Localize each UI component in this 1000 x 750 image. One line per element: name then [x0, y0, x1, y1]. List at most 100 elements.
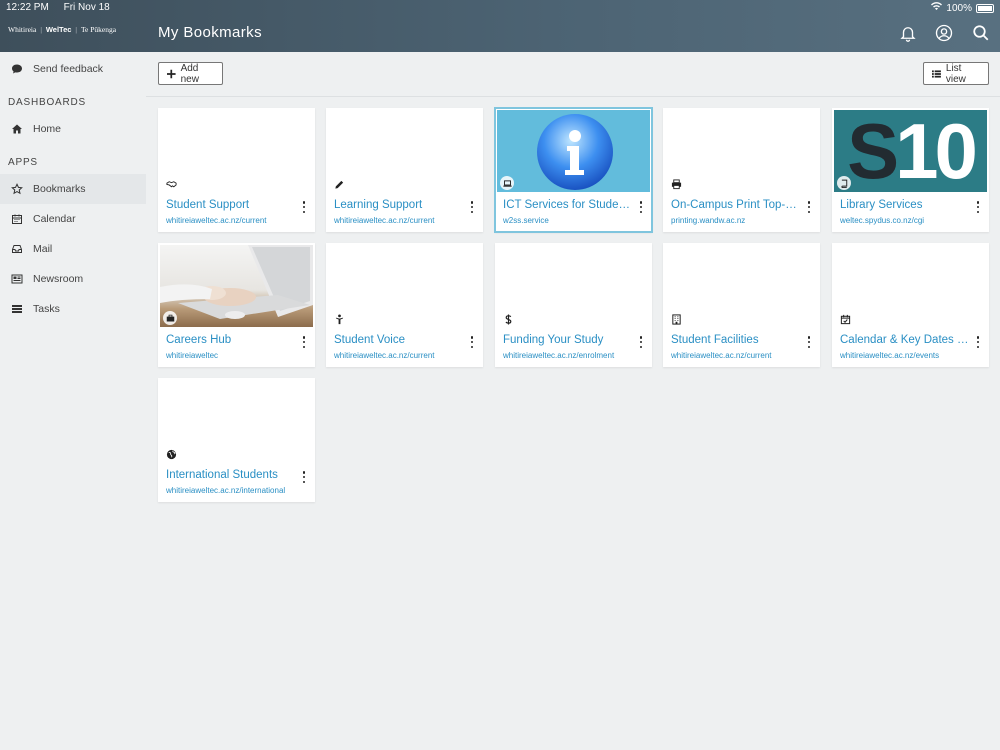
bookmark-url: whitireiaweltec.ac.nz/events: [840, 351, 940, 360]
tasks-list-icon: [11, 303, 23, 315]
handshake-icon: [166, 179, 177, 190]
bookmark-url: whitireiaweltec.ac.nz/current: [671, 351, 772, 360]
bookmark-title: Student Voice: [334, 334, 405, 346]
sidebar-item-label: Tasks: [33, 303, 60, 315]
sidebar-item-tasks[interactable]: Tasks: [0, 294, 146, 324]
add-new-label: Add new: [180, 62, 199, 85]
bookmark-title: Library Services: [840, 199, 923, 211]
chat-bubble-icon: [11, 63, 23, 75]
bookmark-title: Careers Hub: [166, 334, 232, 346]
library-s10-thumbnail: S 10: [834, 110, 987, 192]
more-options-icon[interactable]: [301, 336, 307, 348]
bookmark-title: Student Support: [166, 199, 250, 211]
dollar-icon: [503, 314, 514, 325]
book-icon: [837, 176, 851, 190]
more-options-icon[interactable]: [638, 336, 644, 348]
bookmark-title: ICT Services for Students: [503, 199, 633, 211]
more-options-icon[interactable]: [975, 201, 981, 213]
sidebar-item-mail[interactable]: Mail: [0, 234, 146, 264]
user-profile-icon[interactable]: [935, 24, 953, 42]
globe-icon: [166, 449, 177, 460]
status-date: Fri Nov 18: [63, 2, 110, 13]
apps-heading: APPS: [8, 157, 38, 168]
more-options-icon[interactable]: [806, 336, 812, 348]
bookmark-card-student-voice[interactable]: Student Voice whitireiaweltec.ac.nz/curr…: [326, 243, 483, 367]
calendar-icon: [11, 213, 23, 225]
notifications-bell-icon[interactable]: [899, 24, 917, 42]
calendar-check-icon: [840, 314, 851, 325]
bookmark-card-learning-support[interactable]: Learning Support whitireiaweltec.ac.nz/c…: [326, 108, 483, 232]
sidebar-item-calendar[interactable]: Calendar: [0, 204, 146, 234]
briefcase-icon: [163, 311, 177, 325]
bookmark-card-international-students[interactable]: International Students whitireiaweltec.a…: [158, 378, 315, 502]
sidebar-item-home[interactable]: Home: [0, 114, 146, 144]
library-thumb-10: 10: [895, 110, 978, 192]
dashboards-heading: DASHBOARDS: [8, 97, 87, 108]
bookmark-url: weltec.spydus.co.nz/cgi: [840, 216, 925, 225]
send-feedback-label: Send feedback: [33, 63, 104, 75]
more-options-icon[interactable]: [469, 336, 475, 348]
institution-logos: Whitireia | WelTec | Te Pūkenga: [8, 24, 117, 34]
inbox-icon: [11, 243, 23, 255]
battery-percent: 100%: [946, 2, 972, 14]
pencil-icon: [334, 179, 345, 190]
search-icon[interactable]: [972, 24, 990, 42]
sidebar: Send feedback DASHBOARDS Home APPS Bookm…: [0, 52, 146, 750]
more-options-icon[interactable]: [469, 201, 475, 213]
app-header: 12:22 PM Fri Nov 18 100% Whitireia | Wel…: [0, 0, 1000, 52]
ict-info-thumbnail: [497, 110, 650, 192]
bookmark-card-calendar-key-dates[interactable]: Calendar & Key Dates 2022 whitireiawelte…: [832, 243, 989, 367]
bookmark-url: whitireiaweltec.ac.nz/current: [334, 351, 435, 360]
newspaper-icon: [11, 273, 23, 285]
laptop-typing-photo: [160, 245, 313, 327]
bookmark-url: whitireiaweltec.ac.nz/current: [334, 216, 435, 225]
laptop-icon: [500, 176, 514, 190]
sidebar-item-label: Bookmarks: [33, 183, 86, 195]
more-options-icon[interactable]: [301, 201, 307, 213]
sidebar-item-label: Home: [33, 123, 62, 135]
list-view-button[interactable]: List view: [923, 62, 989, 85]
more-options-icon[interactable]: [638, 201, 644, 213]
te-pukenga-logo: Te Pūkenga: [80, 24, 117, 34]
bookmark-card-ict-services[interactable]: ICT Services for Students w2ss.service: [494, 107, 653, 233]
more-options-icon[interactable]: [301, 471, 307, 483]
bookmark-card-print-top-ups[interactable]: On-Campus Print Top-Ups printing.wandw.a…: [663, 108, 820, 232]
sidebar-item-label: Newsroom: [33, 273, 84, 285]
star-icon: [11, 183, 23, 195]
printer-icon: [671, 179, 682, 190]
bookmark-card-library-services[interactable]: S 10 Library Services weltec.spydus.co.nz…: [832, 108, 989, 232]
send-feedback-button[interactable]: Send feedback: [0, 54, 146, 84]
add-new-button[interactable]: Add new: [158, 62, 223, 85]
library-thumb-s: S: [847, 110, 899, 192]
bookmark-title: Funding Your Study: [503, 334, 604, 346]
bookmark-card-student-support[interactable]: Student Support whitireiaweltec.ac.nz/cu…: [158, 108, 315, 232]
list-view-label: List view: [945, 62, 966, 85]
bookmark-url: whitireiaweltec: [166, 351, 219, 360]
bookmark-url: whitireiaweltec.ac.nz/current: [166, 216, 267, 225]
wifi-icon: [931, 2, 943, 14]
home-icon: [11, 123, 23, 135]
status-time: 12:22 PM: [6, 2, 49, 13]
bookmarks-toolbar: Add new List view: [146, 52, 1000, 97]
bookmark-card-student-facilities[interactable]: Student Facilities whitireiaweltec.ac.nz…: [663, 243, 820, 367]
bookmark-card-funding-your-study[interactable]: Funding Your Study whitireiaweltec.ac.nz…: [495, 243, 652, 367]
bookmark-url: whitireiaweltec.ac.nz/enrolment: [503, 351, 615, 360]
plus-icon: [167, 69, 176, 78]
status-bar: 12:22 PM Fri Nov 18 100%: [0, 0, 1000, 16]
sidebar-item-newsroom[interactable]: Newsroom: [0, 264, 146, 294]
whitireia-logo: Whitireia: [8, 24, 37, 34]
battery-icon: [976, 3, 994, 13]
sidebar-item-label: Calendar: [33, 213, 76, 225]
bookmark-title: Learning Support: [334, 199, 423, 211]
more-options-icon[interactable]: [806, 201, 812, 213]
list-icon: [932, 69, 941, 78]
bookmark-title: Student Facilities: [671, 334, 759, 346]
sidebar-item-label: Mail: [33, 243, 53, 255]
more-options-icon[interactable]: [975, 336, 981, 348]
page-title: My Bookmarks: [158, 24, 262, 41]
weltec-logo: WelTec: [45, 24, 72, 34]
bookmark-title: On-Campus Print Top-Ups: [671, 199, 801, 211]
sidebar-item-bookmarks[interactable]: Bookmarks: [0, 174, 146, 204]
bookmark-card-careers-hub[interactable]: Careers Hub whitireiaweltec: [158, 243, 315, 367]
building-icon: [671, 314, 682, 325]
